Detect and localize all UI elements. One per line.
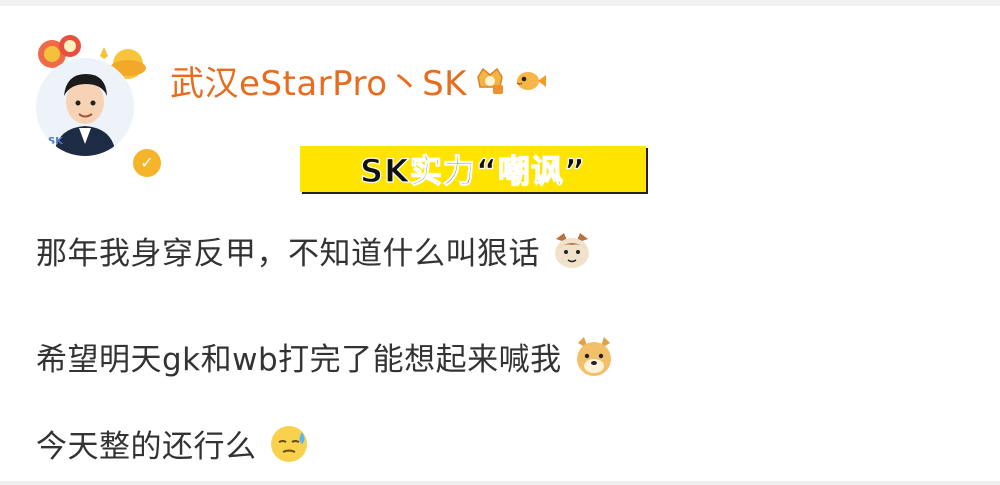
cat-emoji-icon: [555, 232, 589, 268]
username[interactable]: 武汉eStarPro丶SK: [170, 56, 467, 105]
post-text: 今天整的还行么: [36, 429, 257, 465]
post-line: 今天整的还行么: [36, 421, 311, 466]
username-row: 武汉eStarPro丶SK: [170, 56, 547, 105]
avatar[interactable]: SK ✓: [30, 26, 164, 180]
avatar-caption: SK: [48, 136, 63, 147]
verified-icon: ✓: [130, 146, 164, 180]
weibo-post: SK ✓ 武汉eStarPro丶SK SK实力“嘲讽” 那年我身穿反甲，不知道什…: [0, 0, 1000, 485]
post-line: 那年我身穿反甲，不知道什么叫狠话: [36, 228, 594, 273]
post-text: 希望明天gk和wb打完了能想起来喊我: [36, 342, 562, 378]
avatar-image: SK: [36, 58, 134, 156]
banner-text: SK实力“嘲讽”: [359, 151, 586, 190]
top-divider: [0, 0, 1000, 6]
post-line: 希望明天gk和wb打完了能想起来喊我: [36, 334, 616, 379]
pufferfish-badge-icon[interactable]: [513, 63, 547, 97]
post-text: 那年我身穿反甲，不知道什么叫狠话: [36, 236, 540, 272]
caption-banner: SK实力“嘲讽”: [300, 146, 646, 192]
crown-badge-icon[interactable]: [473, 63, 507, 97]
bottom-divider: [0, 481, 1000, 485]
doge-emoji-icon: [576, 336, 611, 376]
sweat-emoji-icon: [270, 425, 307, 462]
